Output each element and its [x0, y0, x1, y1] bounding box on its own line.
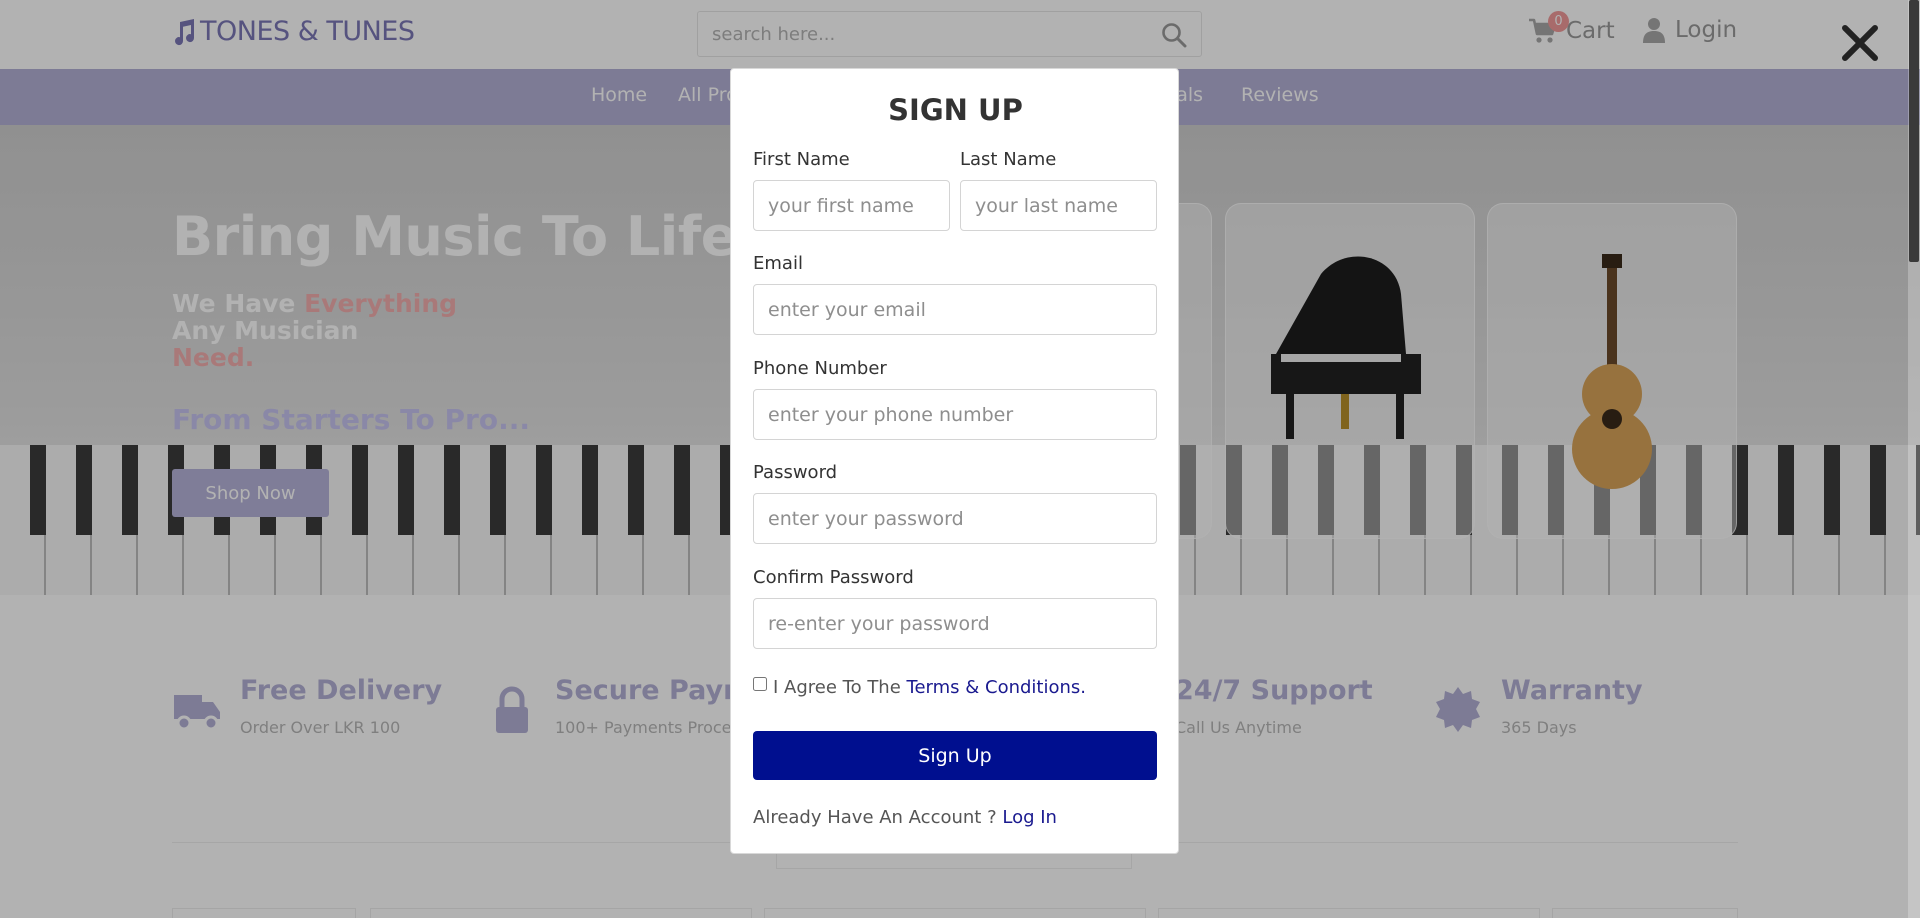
last-name-field[interactable] [960, 180, 1157, 231]
password-label: Password [753, 462, 838, 483]
terms-checkbox[interactable] [753, 677, 767, 691]
terms-agreement: I Agree To The Terms & Conditions. [753, 677, 1086, 698]
confirm-password-field[interactable] [753, 598, 1157, 649]
email-field[interactable] [753, 284, 1157, 335]
confirm-password-label: Confirm Password [753, 567, 914, 588]
phone-label: Phone Number [753, 358, 887, 379]
sign-up-button[interactable]: Sign Up [753, 731, 1157, 780]
last-name-label: Last Name [960, 149, 1057, 170]
modal-title: SIGN UP [888, 93, 1023, 127]
first-name-field[interactable] [753, 180, 950, 231]
close-icon[interactable] [1840, 22, 1880, 64]
email-label: Email [753, 253, 803, 274]
already-account-row: Already Have An Account ? Log In [753, 807, 1057, 828]
scrollbar-thumb[interactable] [1909, 0, 1919, 262]
password-field[interactable] [753, 493, 1157, 544]
terms-link[interactable]: Terms & Conditions. [907, 677, 1086, 698]
already-text: Already Have An Account ? [753, 807, 1003, 828]
agree-text: I Agree To The [773, 677, 901, 698]
signup-modal: SIGN UP First Name Last Name Email Phone… [730, 68, 1179, 854]
phone-field[interactable] [753, 389, 1157, 440]
first-name-label: First Name [753, 149, 850, 170]
log-in-link[interactable]: Log In [1002, 807, 1057, 828]
